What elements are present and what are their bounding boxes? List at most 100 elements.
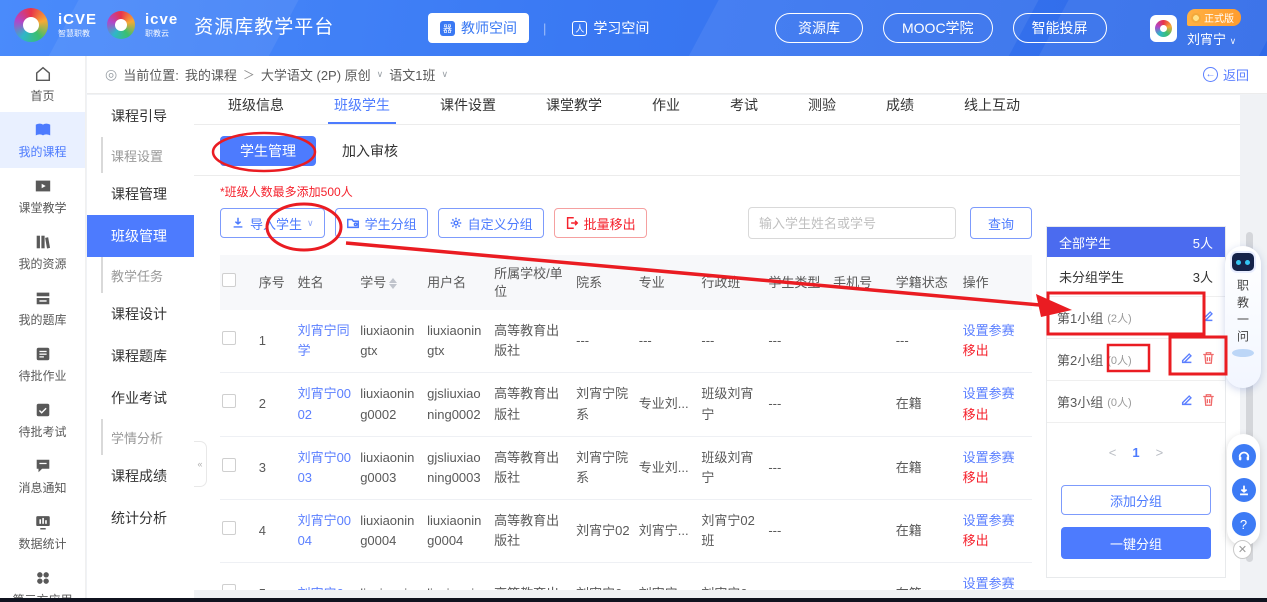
- menu-item-course-question-bank[interactable]: 课程题库: [87, 335, 194, 377]
- ungrouped-students-row[interactable]: 未分组学生 3人: [1047, 257, 1225, 297]
- customer-service-button[interactable]: [1232, 444, 1256, 468]
- custom-grouping-button[interactable]: 自定义分组: [438, 208, 544, 238]
- student-name-link[interactable]: 刘宵宁0002: [298, 386, 351, 421]
- set-contest-link[interactable]: 设置参赛: [963, 574, 1026, 590]
- edit-group-icon[interactable]: [1180, 351, 1194, 368]
- menu-item-class-management[interactable]: 班级管理: [87, 215, 194, 257]
- set-contest-link[interactable]: 设置参赛: [963, 321, 1026, 341]
- menu-item-homework-exam[interactable]: 作业考试: [87, 377, 194, 419]
- chevron-down-icon[interactable]: ∨: [442, 69, 449, 80]
- import-students-button[interactable]: 导入学生 ∨: [220, 208, 325, 238]
- next-page-button[interactable]: >: [1156, 445, 1164, 460]
- sidebar-item-messages[interactable]: 消息通知: [0, 448, 85, 504]
- sidebar-item-question-bank[interactable]: 我的题库: [0, 280, 85, 336]
- row-checkbox[interactable]: [222, 331, 236, 345]
- student-name-link[interactable]: 刘宵宁同学: [298, 323, 350, 358]
- select-all-checkbox[interactable]: [222, 273, 236, 287]
- breadcrumb-class[interactable]: 语文1班: [389, 65, 435, 84]
- breadcrumb-course[interactable]: 大学语文 (2P) 原创: [261, 65, 371, 84]
- sidebar-item-my-resources[interactable]: 我的资源: [0, 224, 85, 280]
- sidebar-item-statistics[interactable]: 数据统计: [0, 504, 85, 560]
- chevron-down-icon[interactable]: ∨: [377, 69, 384, 80]
- set-contest-link[interactable]: 设置参赛: [963, 511, 1026, 531]
- assistant-widget[interactable]: 职教一问: [1225, 246, 1261, 388]
- group-row-2[interactable]: 第2小组 (0人): [1047, 339, 1225, 381]
- sidebar-item-pending-homework[interactable]: 待批作业: [0, 336, 85, 392]
- mooc-college-button[interactable]: MOOC学院: [883, 13, 993, 43]
- menu-item-course-guide[interactable]: 课程引导: [87, 95, 194, 137]
- table-row: 1 刘宵宁同学 liuxiaoningtx liuxiaoningtx 高等教育…: [220, 310, 1032, 373]
- back-label: 返回: [1223, 65, 1249, 84]
- row-checkbox[interactable]: [222, 394, 236, 408]
- sidebar-item-my-courses[interactable]: 我的课程: [0, 112, 85, 168]
- auto-group-button[interactable]: 一键分组: [1061, 527, 1211, 559]
- app-logo-icon[interactable]: [1150, 15, 1177, 42]
- menu-item-course-grades[interactable]: 课程成绩: [87, 455, 194, 497]
- menu-item-statistical-analysis[interactable]: 统计分析: [87, 497, 194, 539]
- tab-class-info[interactable]: 班级信息: [222, 95, 290, 124]
- row-checkbox[interactable]: [222, 584, 236, 590]
- delete-group-icon[interactable]: [1202, 351, 1215, 368]
- sort-icon[interactable]: [389, 278, 397, 289]
- tab-homework[interactable]: 作业: [646, 95, 686, 124]
- resource-library-button[interactable]: 资源库: [775, 13, 863, 43]
- sidebar-item-third-party-apps[interactable]: 第三方应用: [0, 560, 85, 602]
- student-name-link[interactable]: 刘宵宁0003: [298, 450, 351, 485]
- menu-label: 课程成绩: [111, 466, 167, 486]
- row-checkbox[interactable]: [222, 458, 236, 472]
- query-button[interactable]: 查询: [970, 207, 1032, 239]
- delete-group-icon[interactable]: [1202, 393, 1215, 410]
- close-floating-bar-button[interactable]: ✕: [1233, 540, 1252, 559]
- learning-space-button[interactable]: 人 学习空间: [560, 13, 661, 43]
- set-contest-link[interactable]: 设置参赛: [963, 384, 1026, 404]
- sidebar-item-pending-exams[interactable]: 待批考试: [0, 392, 85, 448]
- row-checkbox[interactable]: [222, 521, 236, 535]
- sidebar-item-classroom-teaching[interactable]: 课堂教学: [0, 168, 85, 224]
- open-book-icon: [34, 121, 52, 139]
- download-button[interactable]: [1232, 478, 1256, 502]
- sidebar-item-home[interactable]: 首页: [0, 56, 85, 112]
- edit-group-icon[interactable]: [1180, 393, 1194, 410]
- batch-remove-button[interactable]: 批量移出: [554, 208, 647, 238]
- back-button[interactable]: ← 返回: [1203, 65, 1249, 84]
- col-phone: 手机号: [833, 275, 872, 290]
- menu-label: 统计分析: [111, 508, 167, 528]
- sidebar-collapse-handle[interactable]: «: [194, 441, 207, 487]
- tab-grades[interactable]: 成绩: [880, 95, 920, 124]
- remove-link[interactable]: 移出: [963, 531, 1026, 551]
- smart-cast-button[interactable]: 智能投屏: [1013, 13, 1107, 43]
- subtab-join-review[interactable]: 加入审核: [342, 141, 398, 161]
- student-name-link[interactable]: 刘宵宁0004: [298, 513, 351, 548]
- tab-classroom-teaching[interactable]: 课堂教学: [540, 95, 608, 124]
- teacher-space-button[interactable]: 器 教师空间: [428, 13, 529, 43]
- help-button[interactable]: ?: [1232, 512, 1256, 536]
- group-row-3[interactable]: 第3小组 (0人): [1047, 381, 1225, 423]
- tab-online-interaction[interactable]: 线上互动: [958, 95, 1026, 124]
- group-row-1[interactable]: 第1小组 (2人): [1047, 297, 1225, 339]
- breadcrumb-my-courses[interactable]: 我的课程: [185, 65, 237, 84]
- set-contest-link[interactable]: 设置参赛: [963, 448, 1026, 468]
- student-grouping-button[interactable]: 学生分组: [335, 208, 428, 238]
- user-menu[interactable]: 刘宵宁 ∨: [1187, 29, 1236, 48]
- menu-item-course-design[interactable]: 课程设计: [87, 293, 194, 335]
- current-page[interactable]: 1: [1132, 445, 1139, 460]
- all-students-header[interactable]: 全部学生 5人: [1047, 227, 1225, 257]
- prev-page-button[interactable]: <: [1109, 445, 1117, 460]
- question-bank-icon: [34, 289, 52, 307]
- tab-exam[interactable]: 考试: [724, 95, 764, 124]
- student-name-link[interactable]: 刘宵宁0: [298, 586, 344, 590]
- menu-label: 课程引导: [111, 106, 167, 126]
- tab-courseware-settings[interactable]: 课件设置: [434, 95, 502, 124]
- student-search-input[interactable]: [748, 207, 956, 239]
- chart-board-icon: [34, 513, 52, 531]
- subtab-student-management[interactable]: 学生管理: [220, 136, 316, 166]
- brand-logos: iCVE 智慧职教 icve 职教云 资源库教学平台: [14, 8, 334, 42]
- remove-link[interactable]: 移出: [963, 341, 1026, 361]
- tab-class-students[interactable]: 班级学生: [328, 95, 396, 124]
- remove-link[interactable]: 移出: [963, 468, 1026, 488]
- add-group-button[interactable]: 添加分组: [1061, 485, 1211, 515]
- menu-item-course-management[interactable]: 课程管理: [87, 173, 194, 215]
- tab-quiz[interactable]: 测验: [802, 95, 842, 124]
- remove-link[interactable]: 移出: [963, 405, 1026, 425]
- edit-group-icon[interactable]: [1201, 309, 1215, 326]
